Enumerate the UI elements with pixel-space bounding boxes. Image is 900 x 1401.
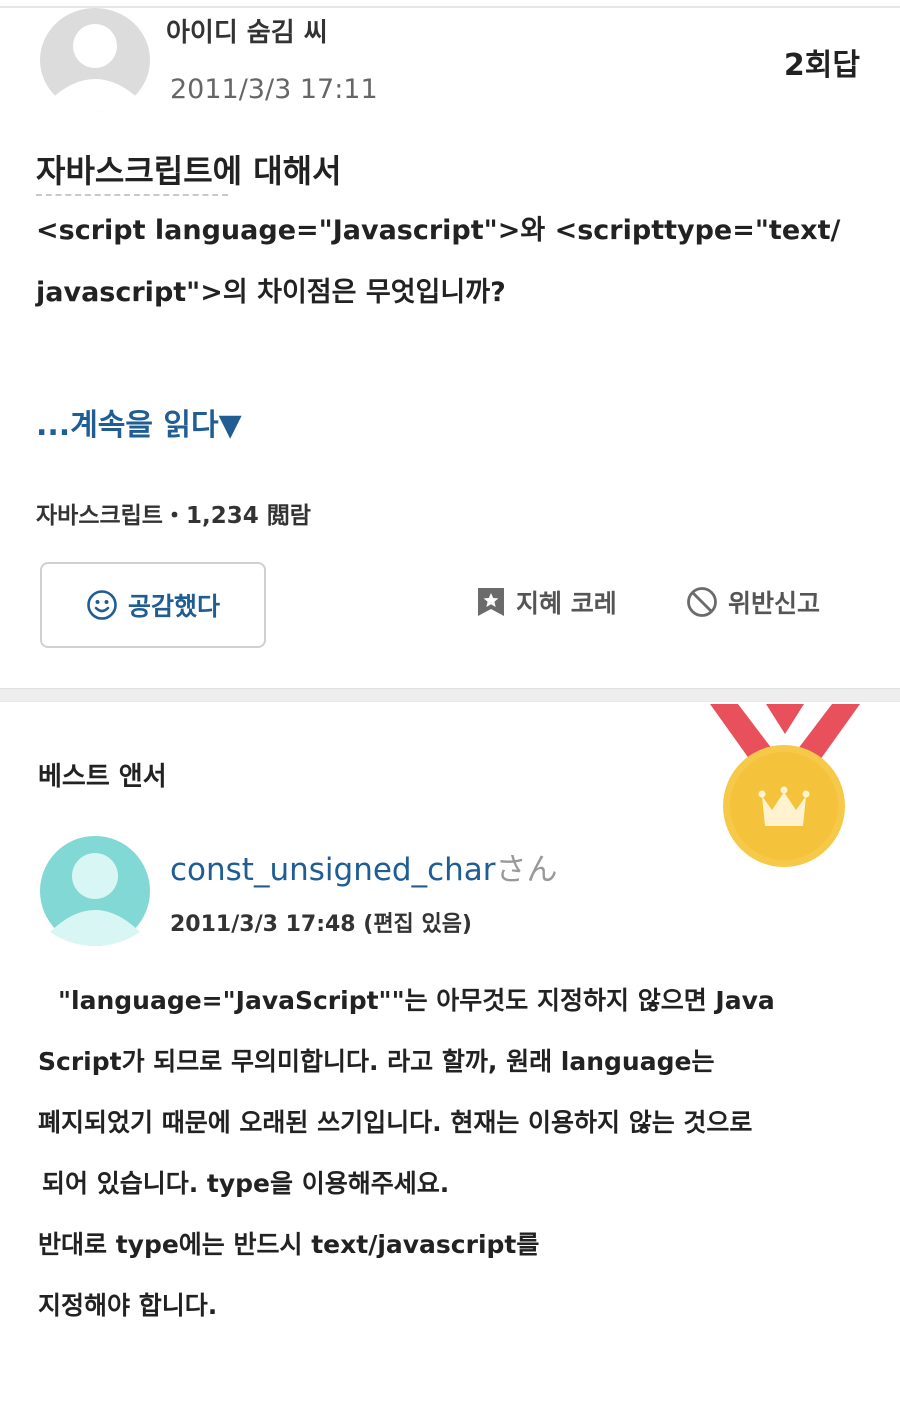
answer-username[interactable]: const_unsigned_charさん <box>170 844 558 889</box>
answer-body-line: 반대로 type에는 반드시 text/javascript를 <box>38 1230 540 1259</box>
question-title-underline <box>36 194 228 196</box>
question-body-line: javascript">의 차이점은 무엇입니까? <box>36 277 506 308</box>
answer-body-line: 되어 있습니다. type을 이용해주세요. <box>42 1169 450 1198</box>
prohibited-icon <box>687 587 717 617</box>
gold-medal-icon <box>710 704 860 867</box>
question-body-line: <script language="Javascript">와 <scriptt… <box>36 215 841 246</box>
question-username: 아이디 숨김 씨 <box>166 18 328 48</box>
answer-avatar-icon[interactable] <box>40 836 150 946</box>
answer-body-line: "language="JavaScript""는 아무것도 지정하지 않으면 J… <box>58 986 775 1015</box>
answer-body-line: 지정해야 합니다. <box>38 1291 218 1320</box>
bookmark-star-icon <box>478 588 504 616</box>
answer-count[interactable]: 2회답 <box>784 40 860 84</box>
section-divider <box>0 688 900 702</box>
chiebukuro-label: 지혜 코레 <box>516 589 617 618</box>
answer-body-line: 폐지되었기 때문에 오래된 쓰기입니다. 현재는 이용하지 않는 것으로 <box>38 1108 753 1137</box>
qa-page: 아이디 숨김 씨 2011/3/3 17:11 2회답 자바스크립트에 대해서 … <box>0 0 900 1401</box>
question-title[interactable]: 자바스크립트에 대해서 <box>36 146 342 192</box>
empathy-button-label: 공감했다 <box>127 592 220 621</box>
report-button[interactable]: 위반신고 <box>686 584 820 620</box>
question-date: 2011/3/3 17:11 <box>170 74 378 105</box>
read-more-link[interactable]: ...계속을 읽다▼ <box>36 400 242 444</box>
question-body: <script language="Javascript">와 <scriptt… <box>36 200 876 324</box>
answer-date: 2011/3/3 17:48 (편집 있음) <box>170 912 472 937</box>
empathy-button[interactable]: 공감했다 <box>40 562 266 648</box>
answer-username-suffix: さん <box>495 852 558 888</box>
smiley-icon <box>87 590 117 620</box>
question-avatar-icon[interactable] <box>40 8 150 112</box>
question-meta: 자바스크립트・1,234 閲람 <box>36 503 311 529</box>
answer-body-line: Script가 되므로 무의미합니다. 라고 할까, 원래 language는 <box>38 1047 715 1076</box>
report-label: 위반신고 <box>728 589 821 618</box>
answer-body: "language="JavaScript""는 아무것도 지정하지 않으면 J… <box>38 976 878 1342</box>
chiebukuro-button[interactable]: 지혜 코레 <box>476 584 617 620</box>
answer-username-text: const_unsigned_char <box>170 852 496 888</box>
best-answer-label: 베스트 앤서 <box>38 762 167 792</box>
